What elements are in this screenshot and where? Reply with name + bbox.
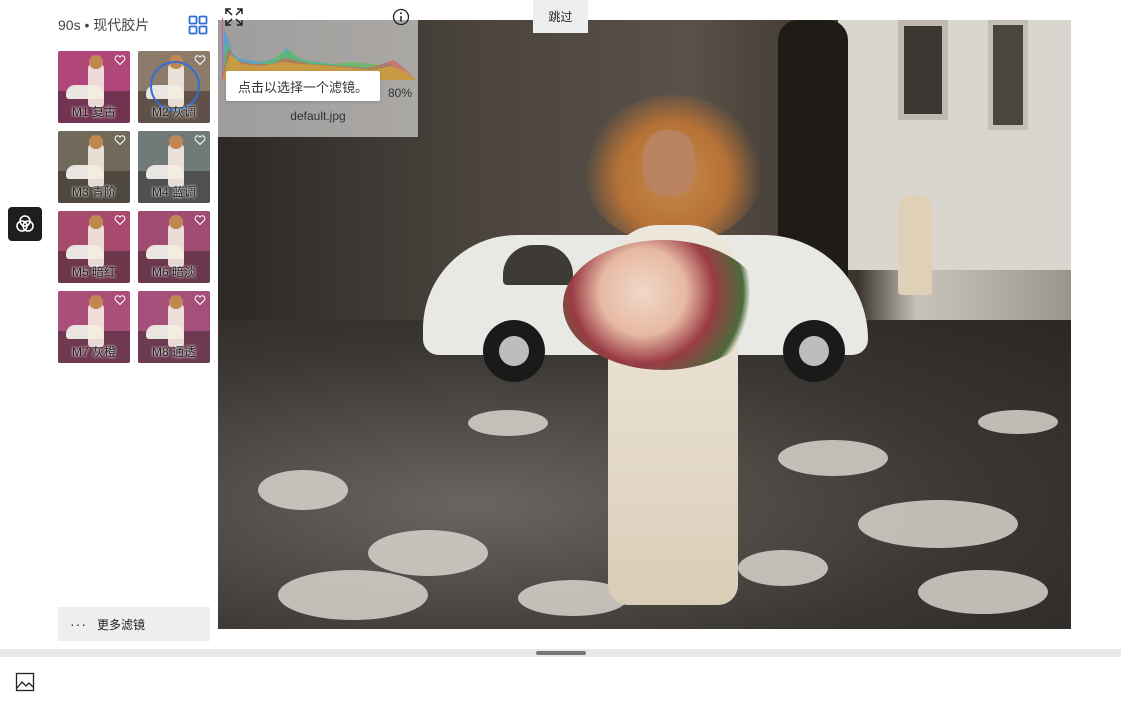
histogram-overlay: 80% 点击以选择一个滤镜。 default.jpg bbox=[218, 0, 418, 137]
filter-category-title: 90s • 现代胶片 bbox=[58, 17, 150, 33]
filter-tile[interactable]: M4 蓝调 bbox=[138, 131, 210, 203]
filter-tile[interactable]: M1 复古 bbox=[58, 51, 130, 123]
photo-wall bbox=[838, 20, 1071, 270]
filter-label: M5 暗红 bbox=[71, 265, 116, 279]
filter-tile[interactable]: M5 暗红 bbox=[58, 211, 130, 283]
panel-resize-handle[interactable] bbox=[0, 649, 1121, 657]
image-icon[interactable] bbox=[15, 672, 35, 692]
favorite-heart-icon[interactable] bbox=[194, 214, 206, 226]
more-dots-icon: ··· bbox=[70, 616, 87, 632]
info-icon[interactable] bbox=[392, 8, 410, 26]
photo-passerby bbox=[898, 195, 932, 295]
expand-icon[interactable] bbox=[224, 7, 244, 27]
zoom-level: 80% bbox=[388, 86, 413, 100]
filter-label: M1 复古 bbox=[71, 105, 116, 119]
favorite-heart-icon[interactable] bbox=[194, 134, 206, 146]
filter-panel-header: 90s • 现代胶片 bbox=[58, 12, 210, 38]
filter-tile[interactable]: M3 青阶 bbox=[58, 131, 130, 203]
filter-tile[interactable]: M7 灰橙 bbox=[58, 291, 130, 363]
filter-rings-icon bbox=[16, 215, 34, 232]
grid-view-icon bbox=[188, 15, 208, 35]
photo-window bbox=[898, 20, 948, 120]
filter-tile[interactable]: M8 通透 bbox=[138, 291, 210, 363]
filter-label: M2 灰调 bbox=[151, 105, 196, 119]
favorite-heart-icon[interactable] bbox=[194, 54, 206, 66]
favorite-heart-icon[interactable] bbox=[194, 294, 206, 306]
filter-label: M7 灰橙 bbox=[71, 345, 116, 359]
filter-label: M3 青阶 bbox=[71, 185, 116, 199]
skip-button[interactable]: 跳过 bbox=[533, 0, 588, 33]
filter-label: M8 通透 bbox=[151, 345, 196, 359]
filter-grid: M1 复古 M2 灰调 M3 青阶 M4 蓝调 M5 暗红 M6 暗淡 M7 灰橙 M8 通透 bbox=[58, 51, 210, 363]
grid-view-toggle[interactable] bbox=[186, 13, 210, 37]
resize-grip[interactable] bbox=[536, 651, 586, 655]
file-name: default.jpg bbox=[290, 109, 346, 123]
filter-label: M4 蓝调 bbox=[151, 185, 196, 199]
photo-window bbox=[988, 20, 1028, 130]
filter-label: M6 暗淡 bbox=[151, 265, 196, 279]
filter-hint-tooltip: 点击以选择一个滤镜。 bbox=[226, 71, 381, 101]
editor-app: 90s • 现代胶片 M1 复古 M2 灰调 M3 青阶 M4 蓝调 M5 暗红 M6 暗… bbox=[0, 0, 1121, 707]
favorite-heart-icon[interactable] bbox=[114, 54, 126, 66]
filters-tool-button[interactable] bbox=[8, 207, 42, 241]
filter-tile[interactable]: M2 灰调 bbox=[138, 51, 210, 123]
favorite-heart-icon[interactable] bbox=[114, 214, 126, 226]
more-filters-label: 更多滤镜 bbox=[97, 617, 146, 632]
favorite-heart-icon[interactable] bbox=[114, 294, 126, 306]
photo-subject bbox=[563, 95, 783, 629]
more-filters-button[interactable]: ··· 更多滤镜 bbox=[58, 607, 210, 641]
favorite-heart-icon[interactable] bbox=[114, 134, 126, 146]
filter-tile[interactable]: M6 暗淡 bbox=[138, 211, 210, 283]
